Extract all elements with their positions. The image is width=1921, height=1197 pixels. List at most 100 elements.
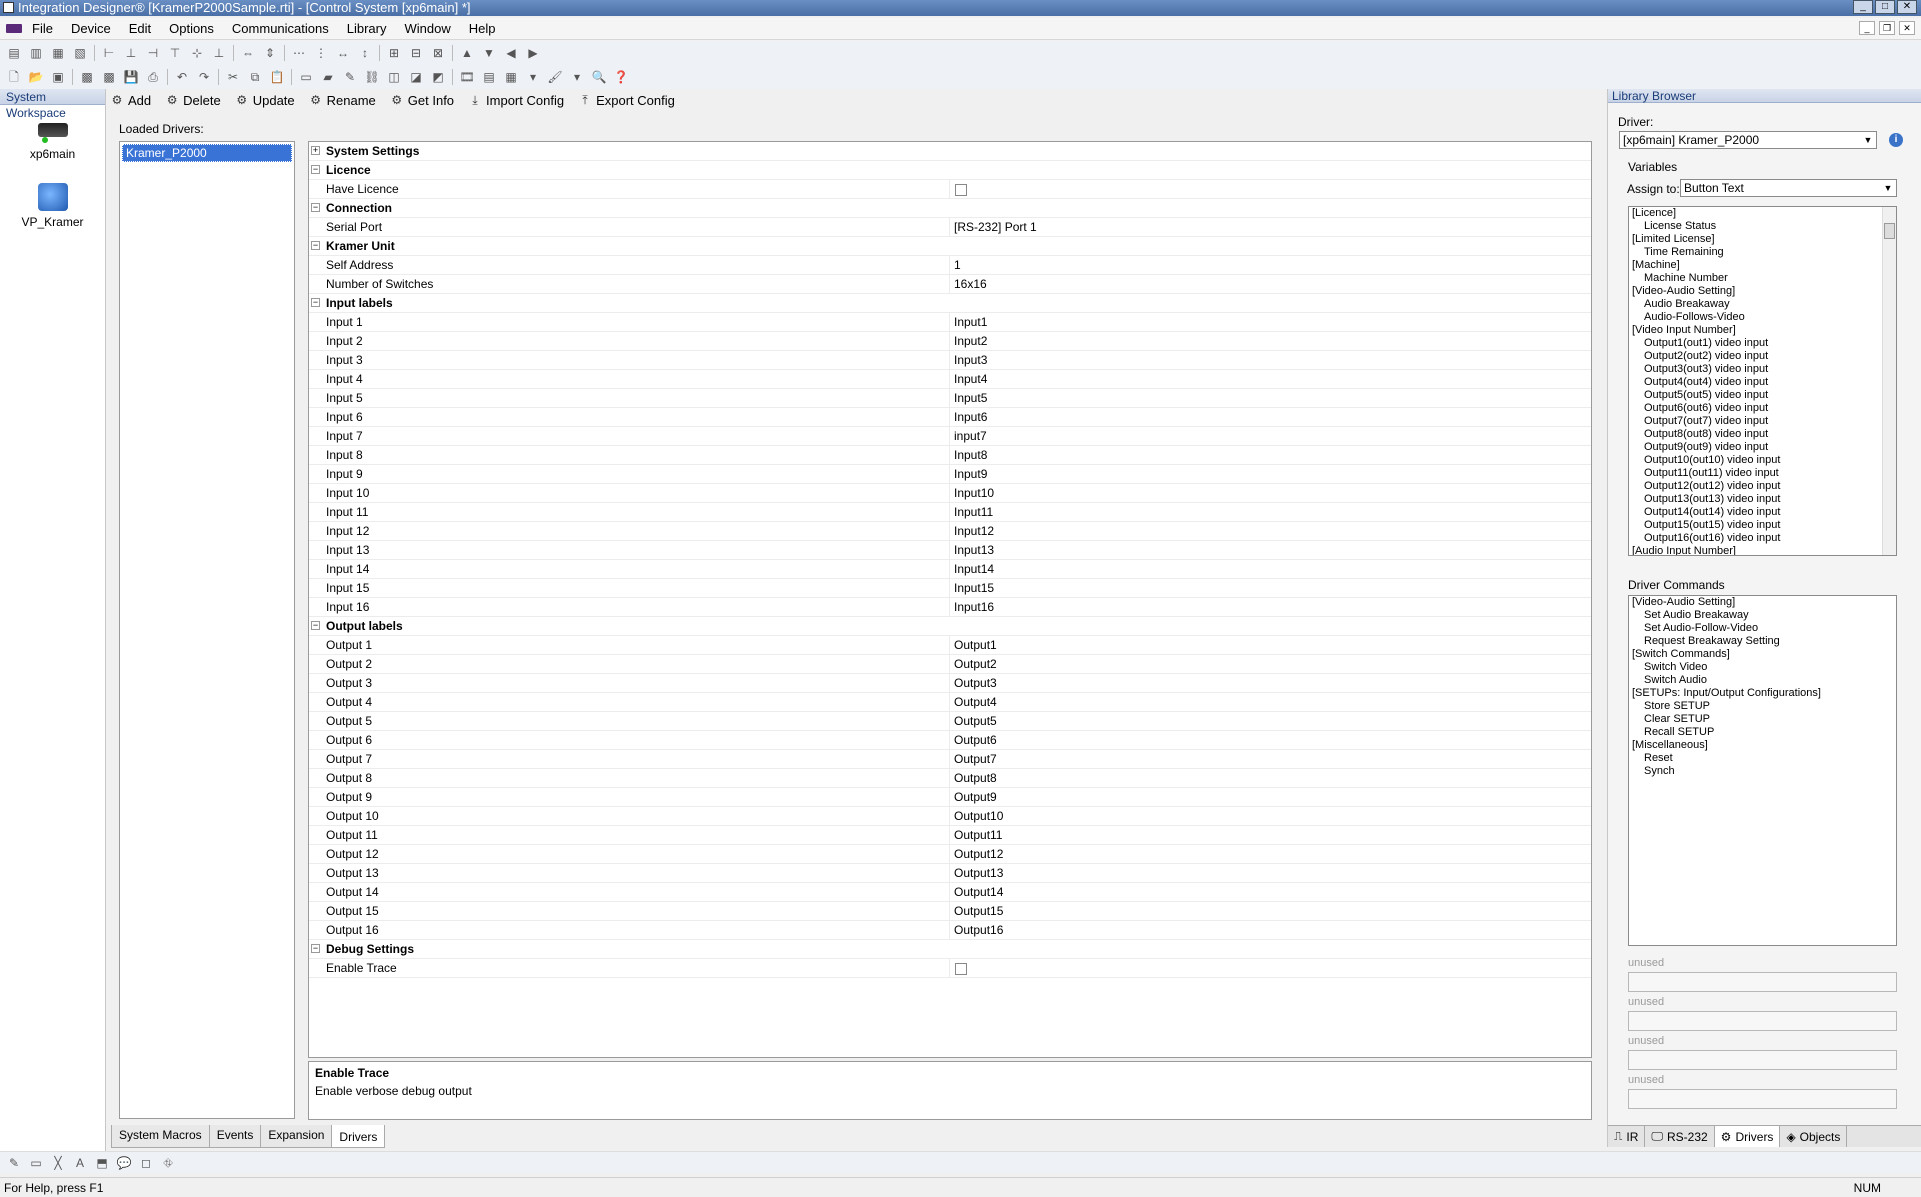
tab-system-macros[interactable]: System Macros [111, 1125, 210, 1148]
property-row[interactable]: Output 2 Output2 [309, 655, 1591, 674]
list-item[interactable]: [Limited License] [1629, 233, 1896, 246]
property-value[interactable]: Output1 [954, 636, 997, 654]
align-left-icon[interactable]: ⊢ [101, 45, 117, 61]
collapse-icon[interactable]: − [311, 203, 320, 212]
center-horizontal-icon[interactable]: ↔ [335, 45, 351, 61]
close-button[interactable]: ✕ [1897, 0, 1917, 14]
category-system-settings[interactable]: + System Settings [309, 142, 1591, 161]
property-value[interactable]: Input13 [954, 541, 994, 559]
get-info-button[interactable]: ⚙ Get Info [390, 89, 454, 111]
list-item[interactable]: [SETUPs: Input/Output Configurations] [1629, 687, 1896, 700]
layer-icon[interactable]: ▰ [320, 69, 336, 85]
property-row[interactable]: Input 10 Input10 [309, 484, 1591, 503]
list-item[interactable]: Output6(out6) video input [1629, 402, 1896, 415]
list-item[interactable]: Output2(out2) video input [1629, 350, 1896, 363]
list-item[interactable]: Machine Number [1629, 272, 1896, 285]
collapse-icon[interactable]: − [311, 298, 320, 307]
property-checkbox[interactable] [955, 963, 967, 975]
page-icon[interactable]: ▭ [298, 69, 314, 85]
center-vertical-icon[interactable]: ↕ [357, 45, 373, 61]
pencil-icon[interactable]: ✎ [6, 1155, 22, 1171]
info-icon[interactable]: i [1889, 133, 1903, 147]
property-value[interactable]: Output15 [954, 902, 1003, 920]
menu-file[interactable]: File [32, 21, 53, 36]
pen-icon[interactable]: ✎ [342, 69, 358, 85]
list-item[interactable]: [Video-Audio Setting] [1629, 285, 1896, 298]
list-item[interactable]: Output7(out7) video input [1629, 415, 1896, 428]
menu-window[interactable]: Window [405, 21, 451, 36]
print-icon[interactable]: ⎙ [145, 69, 161, 85]
list-item[interactable]: Output4(out4) video input [1629, 376, 1896, 389]
list-item[interactable]: Output8(out8) video input [1629, 428, 1896, 441]
new-icon[interactable]: 🗋 [6, 69, 22, 85]
list-item[interactable]: Time Remaining [1629, 246, 1896, 259]
property-row[interactable]: Enable Trace [309, 959, 1591, 978]
property-value[interactable]: Input14 [954, 560, 994, 578]
zoom-icon[interactable]: 🔍 [591, 69, 607, 85]
property-row[interactable]: Number of Switches 16x16 [309, 275, 1591, 294]
property-row[interactable]: Input 12 Input12 [309, 522, 1591, 541]
menu-options[interactable]: Options [169, 21, 214, 36]
category-connection[interactable]: − Connection [309, 199, 1591, 218]
align-top-icon[interactable]: ⊤ [167, 45, 183, 61]
property-value[interactable]: Output8 [954, 769, 997, 787]
import-config-button[interactable]: ⤓ Import Config [468, 89, 564, 111]
list-item[interactable]: Request Breakaway Setting [1629, 635, 1896, 648]
tab-expansion[interactable]: Expansion [260, 1125, 333, 1148]
list-item[interactable]: Reset [1629, 752, 1896, 765]
assign-to-select[interactable]: Button Text ▼ [1680, 179, 1897, 197]
property-value[interactable]: Output11 [954, 826, 1002, 844]
document-menu-icon[interactable] [6, 24, 22, 33]
property-row[interactable]: Input 2 Input2 [309, 332, 1591, 351]
property-value[interactable]: Output3 [954, 674, 997, 692]
collapse-icon[interactable]: − [311, 165, 320, 174]
list-item[interactable]: Store SETUP [1629, 700, 1896, 713]
text-icon[interactable]: A [72, 1155, 88, 1171]
property-row[interactable]: Output 9 Output9 [309, 788, 1591, 807]
property-row[interactable]: Input 15 Input15 [309, 579, 1591, 598]
property-row[interactable]: Output 12 Output12 [309, 845, 1591, 864]
report-icon[interactable]: ▤ [481, 69, 497, 85]
list-item[interactable]: Output16(out16) video input [1629, 532, 1896, 545]
send-back-icon[interactable]: ▧ [72, 45, 88, 61]
list-item[interactable]: Output9(out9) video input [1629, 441, 1896, 454]
align-center-icon[interactable]: ⊥ [123, 45, 139, 61]
property-row[interactable]: Input 13 Input13 [309, 541, 1591, 560]
tab-events[interactable]: Events [208, 1125, 262, 1148]
maximize-button[interactable]: □ [1875, 0, 1895, 14]
list-item[interactable]: Synch [1629, 765, 1896, 778]
group-icon[interactable]: ▤ [6, 45, 22, 61]
line-icon[interactable]: ╳ [50, 1155, 66, 1171]
property-value[interactable]: Output2 [954, 655, 997, 673]
list-item[interactable]: Set Audio Breakaway [1629, 609, 1896, 622]
video-icon[interactable]: 🎞 [459, 69, 475, 85]
list-item[interactable]: Audio-Follows-Video [1629, 311, 1896, 324]
property-row[interactable]: Output 8 Output8 [309, 769, 1591, 788]
tab-objects[interactable]: ◈ Objects [1780, 1126, 1848, 1147]
callout-icon[interactable]: 💬 [116, 1155, 132, 1171]
category-output-labels[interactable]: − Output labels [309, 617, 1591, 636]
property-value[interactable]: Output6 [954, 731, 997, 749]
property-value[interactable]: Output14 [954, 883, 1003, 901]
arrow-down-icon[interactable]: ▼ [481, 45, 497, 61]
list-item[interactable]: Audio Breakaway [1629, 298, 1896, 311]
property-value[interactable]: Output7 [954, 750, 997, 768]
collapse-icon[interactable]: − [311, 241, 320, 250]
property-row[interactable]: Input 3 Input3 [309, 351, 1591, 370]
property-row[interactable]: Output 1 Output1 [309, 636, 1591, 655]
property-row[interactable]: Input 4 Input4 [309, 370, 1591, 389]
property-value[interactable]: Input5 [954, 389, 987, 407]
workspace-item-vp-kramer[interactable]: VP_Kramer [0, 183, 105, 229]
property-row[interactable]: Output 10 Output10 [309, 807, 1591, 826]
property-value[interactable]: Input9 [954, 465, 987, 483]
menu-device[interactable]: Device [71, 21, 111, 36]
property-value[interactable]: Input6 [954, 408, 987, 426]
space-across-icon[interactable]: ⋯ [291, 45, 307, 61]
dropdown-icon-2[interactable]: ▾ [569, 69, 585, 85]
property-value[interactable]: Input10 [954, 484, 994, 502]
property-row[interactable]: Output 4 Output4 [309, 693, 1591, 712]
property-row[interactable]: Input 11 Input11 [309, 503, 1591, 522]
list-item[interactable]: Kramer_P2000 [122, 144, 292, 162]
doc-restore-button[interactable]: ❐ [1879, 21, 1895, 35]
property-row[interactable]: Have Licence [309, 180, 1591, 199]
